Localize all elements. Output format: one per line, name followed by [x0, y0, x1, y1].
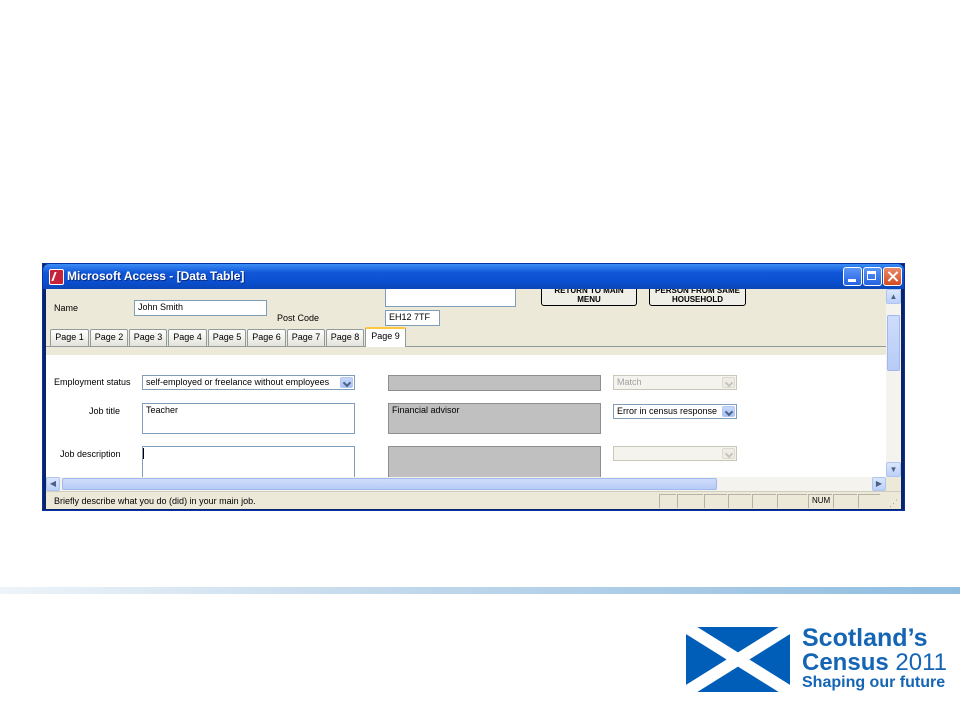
logo-census-year: 2011 — [895, 649, 947, 676]
job-title-label: Job title — [89, 406, 121, 416]
chevron-down-icon — [722, 448, 735, 459]
chevron-down-icon[interactable] — [722, 406, 735, 417]
employment-status-coded-field — [388, 375, 601, 391]
postcode-label: Post Code — [277, 313, 320, 323]
person-from-same-household-button[interactable]: PERSON FROM SAME HOUSEHOLD — [649, 289, 746, 306]
access-window: Microsoft Access - [Data Table] Name Joh… — [42, 263, 905, 511]
employment-match-combo: Match — [613, 375, 737, 390]
status-panel — [677, 494, 703, 508]
scroll-left-icon[interactable]: ◀ — [46, 477, 60, 491]
status-bar: Briefly describe what you do (did) in yo… — [46, 491, 901, 509]
scroll-right-icon[interactable]: ▶ — [872, 477, 886, 491]
scroll-down-icon[interactable]: ▼ — [886, 462, 901, 477]
status-panel — [777, 494, 807, 508]
tab-page-4[interactable]: Page 4 — [168, 329, 207, 346]
name-label: Name — [54, 303, 79, 313]
postcode-field[interactable]: EH12 7TF — [385, 310, 440, 326]
return-to-main-menu-button[interactable]: RETURN TO MAIN MENU — [541, 289, 637, 306]
job-description-coded-field — [388, 446, 601, 477]
num-lock-indicator: NUM — [808, 494, 832, 508]
horizontal-scroll-thumb[interactable] — [62, 478, 717, 490]
status-panel — [728, 494, 751, 508]
logo-tagline: Shaping our future — [802, 674, 946, 691]
window-title: Microsoft Access - [Data Table] — [67, 269, 245, 283]
job-title-coded-field: Financial advisor — [388, 403, 601, 434]
chevron-down-icon — [722, 377, 735, 388]
scroll-up-icon[interactable]: ▲ — [886, 289, 901, 304]
horizontal-scrollbar[interactable]: ◀ ▶ — [46, 477, 886, 491]
form-client-area: Name John Smith Post Code EH12 7TF RETUR… — [46, 289, 901, 509]
logo-line-census: Census 2011 — [802, 649, 947, 677]
tab-page-3[interactable]: Page 3 — [129, 329, 167, 346]
employment-status-label: Employment status — [54, 377, 131, 387]
tab-strip-divider — [46, 346, 886, 347]
name-field[interactable]: John Smith — [134, 300, 267, 316]
tab-page-9[interactable]: Page 9 — [365, 327, 406, 347]
status-message: Briefly describe what you do (did) in yo… — [54, 496, 256, 506]
tab-page-5[interactable]: Page 5 — [208, 329, 246, 346]
employment-status-combo[interactable]: self-employed or freelance without emplo… — [142, 375, 355, 390]
status-panel — [659, 494, 676, 508]
close-button[interactable] — [883, 267, 902, 286]
job-description-label: Job description — [60, 449, 121, 459]
minimize-button[interactable] — [843, 267, 862, 286]
logo-census-word: Census — [802, 649, 889, 676]
tab-page-2[interactable]: Page 2 — [90, 329, 128, 346]
employment-match-value: Match — [617, 377, 642, 387]
job-title-match-combo[interactable]: Error in census response — [613, 404, 737, 419]
chevron-down-icon[interactable] — [340, 377, 353, 388]
tab-page-8[interactable]: Page 8 — [326, 329, 364, 346]
form-header: Name John Smith Post Code EH12 7TF RETUR… — [46, 289, 886, 477]
title-bar[interactable]: Microsoft Access - [Data Table] — [43, 264, 904, 289]
top-field[interactable] — [385, 289, 516, 307]
maximize-button[interactable] — [863, 267, 882, 286]
resize-grip-icon[interactable]: ⋰ — [889, 498, 898, 509]
job-title-match-value: Error in census response — [617, 406, 718, 416]
status-panel — [858, 494, 880, 508]
status-panel — [704, 494, 727, 508]
tab-page-7[interactable]: Page 7 — [287, 329, 325, 346]
status-panel — [752, 494, 776, 508]
vertical-scroll-thumb[interactable] — [887, 315, 900, 371]
slide-band — [0, 587, 960, 594]
vertical-scrollbar[interactable]: ▲ ▼ — [886, 289, 901, 477]
page-9-panel: Employment status self-employed or freel… — [46, 355, 886, 477]
job-description-match-combo — [613, 446, 737, 461]
job-description-field[interactable] — [142, 446, 355, 477]
saltire-flag-icon — [686, 627, 790, 692]
employment-status-value: self-employed or freelance without emplo… — [146, 377, 330, 387]
tab-page-6[interactable]: Page 6 — [247, 329, 286, 346]
scrollbar-corner — [886, 477, 901, 491]
tab-page-1[interactable]: Page 1 — [50, 329, 89, 346]
status-panel — [833, 494, 857, 508]
access-app-icon[interactable] — [49, 269, 64, 285]
text-caret — [143, 448, 144, 459]
job-title-field[interactable]: Teacher — [142, 403, 355, 434]
